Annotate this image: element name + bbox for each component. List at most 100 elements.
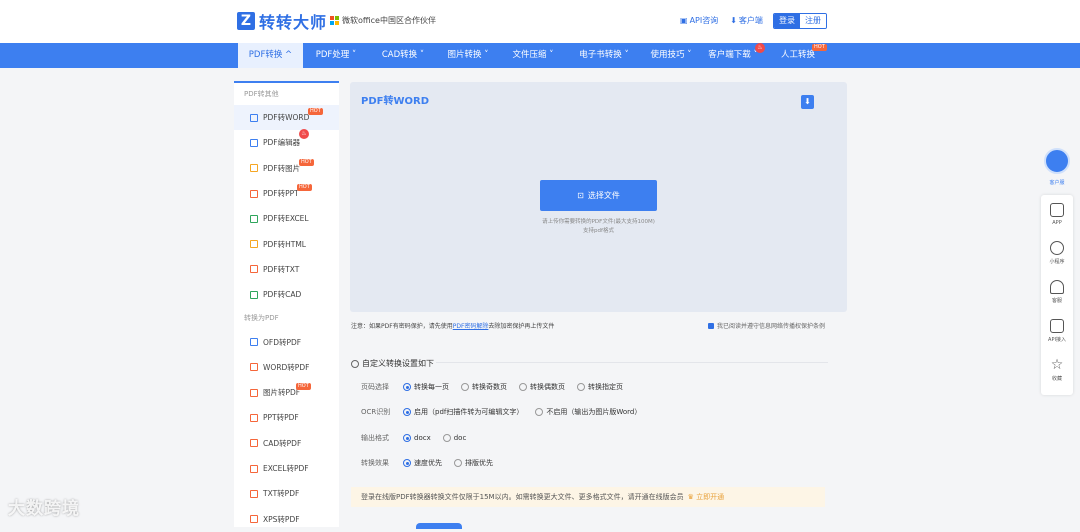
phone-icon bbox=[1050, 203, 1064, 217]
agreement[interactable]: 我已阅读并遵守信息网络传播权保护条例 bbox=[708, 321, 825, 330]
nav-tips[interactable]: 使用技巧 ˅ bbox=[640, 43, 702, 68]
sidebar-item-pdf-to-ppt[interactable]: PDF转PPT HOT bbox=[234, 181, 339, 206]
api-icon bbox=[1050, 319, 1064, 333]
sidebar-item-label: PDF转TXT bbox=[263, 264, 300, 274]
nav-ebook[interactable]: 电子书转换 ˅ bbox=[568, 43, 640, 68]
sidebar-item-pdf-editor[interactable]: PDF编辑器 ♨ bbox=[234, 129, 339, 155]
sidebar-item-label: PDF转WORD bbox=[263, 113, 310, 123]
radio-option[interactable]: 转换奇数页 bbox=[461, 382, 507, 392]
favorite-item[interactable]: ☆ 收藏 bbox=[1041, 358, 1073, 382]
gear-icon bbox=[351, 359, 359, 368]
radio-label: 排版优先 bbox=[465, 459, 493, 467]
radio-button[interactable] bbox=[577, 383, 585, 391]
sidebar-item-xps-to-pdf[interactable]: XPS转PDF bbox=[234, 506, 339, 531]
download-icon[interactable]: ⬇ bbox=[801, 95, 814, 109]
sidebar-item-label: XPS转PDF bbox=[263, 514, 300, 524]
open-membership-link[interactable]: ♛ 立即开通 bbox=[688, 492, 725, 502]
radio-option[interactable]: doc bbox=[442, 434, 467, 442]
radio-option[interactable]: 排版优先 bbox=[454, 458, 493, 468]
app-label: APP bbox=[1052, 220, 1062, 226]
choose-file-button[interactable]: ⊡ 选择文件 bbox=[540, 180, 657, 211]
sidebar-item-excel-to-pdf[interactable]: EXCEL转PDF bbox=[234, 456, 339, 481]
nav-pdf-convert[interactable]: PDF转换 ^ bbox=[238, 43, 303, 68]
setting-label: 页码选择 bbox=[361, 383, 389, 391]
radio-button[interactable] bbox=[403, 434, 411, 442]
upload-hint-line1: 请上传你需要转换的PDF文件(最大支持100M) bbox=[542, 219, 655, 225]
fire-icon: ♨ bbox=[755, 43, 765, 53]
customer-service-avatar[interactable] bbox=[1044, 148, 1070, 174]
radio-button[interactable] bbox=[519, 383, 527, 391]
sidebar-item-pdf-to-html[interactable]: PDF转HTML bbox=[234, 231, 339, 256]
client-link[interactable]: ⬇ 客户端 bbox=[730, 15, 763, 26]
sidebar-item-label: PDF转EXCEL bbox=[263, 214, 309, 224]
radio-label: doc bbox=[453, 434, 467, 442]
top-header: Z 转转大师 微软office中国区合作伙伴 ▣ API咨询 ⬇ 客户端 登录 注册 bbox=[0, 0, 1080, 43]
radio-option[interactable]: 转换偶数页 bbox=[519, 382, 565, 392]
nav-compress[interactable]: 文件压缩 ˅ bbox=[502, 43, 564, 68]
setting-label: 转换效果 bbox=[361, 459, 389, 467]
sidebar-item-pdf-to-image[interactable]: PDF转图片 HOT bbox=[234, 156, 339, 181]
sidebar-item-word-to-pdf[interactable]: WORD转PDF bbox=[234, 355, 339, 380]
logo[interactable]: Z 转转大师 bbox=[237, 11, 327, 32]
radio-option[interactable]: 不启用（输出为图片版Word） bbox=[535, 407, 641, 417]
sidebar-item-pdf-to-word[interactable]: PDF转WORD HOT bbox=[234, 105, 339, 131]
nav-pdf-process[interactable]: PDF处理 ˅ bbox=[305, 43, 367, 68]
setting-ocr: OCR识别 启用（pdf扫描件转为可编辑文字） 不启用（输出为图片版Word） bbox=[361, 407, 653, 417]
sidebar-item-ofd-to-pdf[interactable]: OFD转PDF bbox=[234, 329, 339, 354]
radio-button[interactable] bbox=[403, 459, 411, 467]
radio-option[interactable]: 转换每一页 bbox=[403, 382, 449, 392]
api-link-label: API咨询 bbox=[689, 16, 719, 25]
word-icon bbox=[250, 113, 258, 122]
upload-hint: 请上传你需要转换的PDF文件(最大支持100M) 支持pdf格式 bbox=[500, 218, 697, 236]
radio-button[interactable] bbox=[535, 408, 544, 416]
sidebar-item-pdf-to-excel[interactable]: PDF转EXCEL bbox=[234, 206, 339, 231]
service-item[interactable]: 客服 bbox=[1041, 280, 1073, 304]
sidebar-section-pdf-to-other: PDF转其他 bbox=[244, 90, 279, 98]
register-button[interactable]: 注册 bbox=[800, 14, 826, 28]
setting-output-format: 输出格式 docx doc bbox=[361, 433, 478, 443]
sidebar-item-cad-to-pdf[interactable]: CAD转PDF bbox=[234, 431, 339, 456]
sidebar-item-txt-to-pdf[interactable]: TXT转PDF bbox=[234, 481, 339, 506]
sidebar-item-image-to-pdf[interactable]: 图片转PDF HOT bbox=[234, 380, 339, 405]
sidebar-item-pdf-to-txt[interactable]: PDF转TXT bbox=[234, 257, 339, 282]
nav-cad-convert[interactable]: CAD转换 ˅ bbox=[372, 43, 434, 68]
radio-option[interactable]: 转换指定页 bbox=[577, 382, 623, 392]
radio-button[interactable] bbox=[442, 434, 451, 442]
radio-button[interactable] bbox=[403, 408, 411, 416]
sidebar-item-pdf-to-cad[interactable]: PDF转CAD bbox=[234, 282, 339, 307]
word-icon bbox=[250, 363, 258, 372]
txt-icon bbox=[250, 265, 258, 274]
radio-label: docx bbox=[414, 434, 431, 442]
login-button[interactable]: 登录 bbox=[774, 14, 800, 28]
crown-icon: ♛ bbox=[687, 493, 694, 501]
image-icon bbox=[250, 164, 258, 173]
divider bbox=[436, 362, 828, 363]
radio-button[interactable] bbox=[454, 459, 462, 467]
html-icon bbox=[250, 240, 258, 249]
miniprogram-item[interactable]: 小程序 bbox=[1041, 241, 1073, 265]
sidebar-section-to-pdf: 转换为PDF bbox=[244, 314, 279, 323]
api-label: API接入 bbox=[1048, 337, 1066, 343]
api-link[interactable]: ▣ API咨询 bbox=[680, 15, 718, 26]
radio-option[interactable]: 速度优先 bbox=[403, 458, 442, 468]
fire-icon: ♨ bbox=[299, 129, 309, 140]
pdf-unlock-link[interactable]: PDF密码解除 bbox=[453, 323, 489, 330]
sidebar-item-label: PDF转图片 bbox=[263, 163, 301, 173]
upload-area[interactable]: PDF转WORD ⬇ ⊡ 选择文件 请上传你需要转换的PDF文件(最大支持100M… bbox=[350, 82, 847, 312]
radio-button[interactable] bbox=[403, 383, 411, 391]
membership-promo: 登录在线版PDF转换器转换文件仅限于15M以内。如需转换更大文件、更多格式文件，… bbox=[351, 487, 825, 507]
app-item[interactable]: APP bbox=[1041, 203, 1073, 226]
convert-button[interactable] bbox=[416, 523, 462, 529]
sidebar-item-label: EXCEL转PDF bbox=[263, 464, 309, 473]
sidebar-item-label: WORD转PDF bbox=[263, 362, 310, 372]
ofd-icon bbox=[250, 338, 258, 347]
radio-option[interactable]: docx bbox=[403, 434, 431, 442]
settings-title: 自定义转换设置如下 bbox=[351, 358, 434, 369]
radio-button[interactable] bbox=[461, 383, 469, 391]
api-item[interactable]: API接入 bbox=[1041, 319, 1073, 343]
nav-image-convert[interactable]: 图片转换 ˅ bbox=[437, 43, 499, 68]
watermark: 大数跨境 bbox=[8, 499, 80, 519]
agree-checkbox[interactable] bbox=[708, 322, 714, 329]
radio-option[interactable]: 启用（pdf扫描件转为可编辑文字） bbox=[403, 407, 523, 417]
sidebar-item-ppt-to-pdf[interactable]: PPT转PDF bbox=[234, 405, 339, 430]
